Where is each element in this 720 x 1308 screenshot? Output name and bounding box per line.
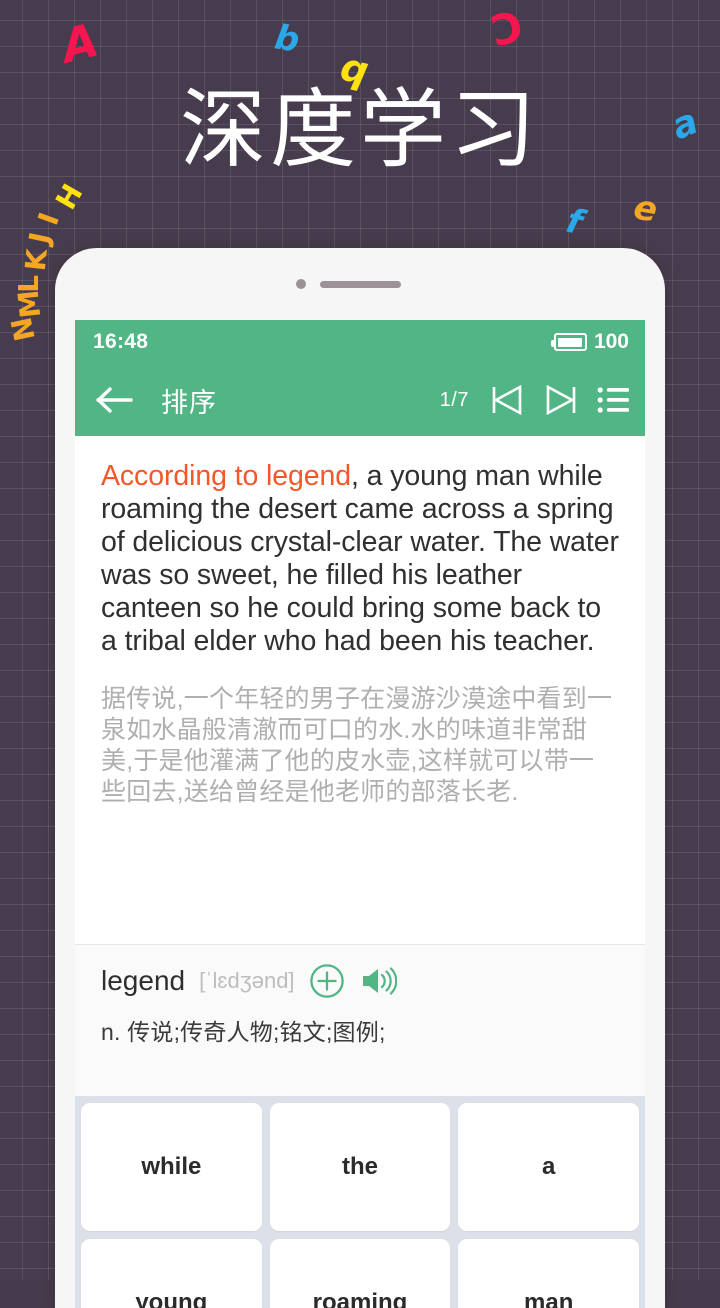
dictionary-phonetic: [ˈlɛdʒənd]: [199, 968, 295, 993]
front-camera-icon: [296, 279, 306, 289]
battery-full-icon: [550, 333, 587, 351]
word-tile-row: young roaming man: [81, 1239, 640, 1308]
volume-speaker-icon[interactable]: [359, 964, 397, 998]
word-tile[interactable]: young: [81, 1239, 262, 1308]
word-tile[interactable]: a: [458, 1103, 640, 1231]
sentence-english[interactable]: According to legend, a young man while r…: [101, 460, 619, 658]
promo-headline: 深度学习: [180, 82, 540, 178]
add-circle-icon[interactable]: [309, 963, 345, 999]
page-counter: 1/7: [439, 388, 469, 411]
dictionary-word: legend: [101, 965, 186, 996]
skip-next-icon[interactable]: [543, 383, 579, 417]
phone-device-frame: 16:48 100 排序 1/7 According to legend, a …: [55, 248, 665, 1308]
word-tile[interactable]: the: [269, 1103, 451, 1231]
toolbar-actions: 1/7: [440, 383, 631, 417]
phone-screen: 16:48 100 排序 1/7 According to legend, a …: [75, 320, 645, 1308]
status-bar: 16:48 100: [75, 320, 645, 364]
battery-level-label: 100: [593, 330, 629, 353]
back-arrow-icon[interactable]: [95, 385, 135, 415]
list-menu-icon[interactable]: [597, 385, 631, 415]
word-tile[interactable]: while: [81, 1103, 262, 1231]
word-tile[interactable]: roaming: [269, 1239, 451, 1308]
word-tile-row: while the a: [81, 1103, 640, 1231]
toolbar-title: 排序: [161, 387, 217, 418]
status-clock: 16:48: [93, 330, 149, 353]
earpiece-speaker-icon: [320, 281, 401, 288]
sentence-chinese-translation: 据传说,一个年轻的男子在漫游沙漠途中看到一泉如水晶般清澈而可口的水.水的味道非常…: [101, 685, 613, 806]
sentence-highlight[interactable]: According to legend: [101, 460, 351, 492]
dictionary-definition: n. 传说;传奇人物;铭文;图例;: [101, 1019, 386, 1045]
word-tile-tray: while the a young roaming man: [75, 1096, 645, 1308]
skip-previous-icon[interactable]: [489, 383, 525, 417]
dictionary-headline: legend [ˈlɛdʒənd]: [101, 963, 619, 999]
status-bar-right: 100: [550, 330, 629, 354]
word-tile[interactable]: man: [458, 1239, 640, 1308]
dictionary-panel: legend [ˈlɛdʒənd] n. 传说;传奇人物;铭文;图例;: [75, 944, 645, 1096]
decorative-letter-k-10: K: [18, 247, 54, 273]
app-toolbar: 排序 1/7: [75, 364, 645, 436]
reading-area[interactable]: According to legend, a young man while r…: [75, 436, 645, 944]
